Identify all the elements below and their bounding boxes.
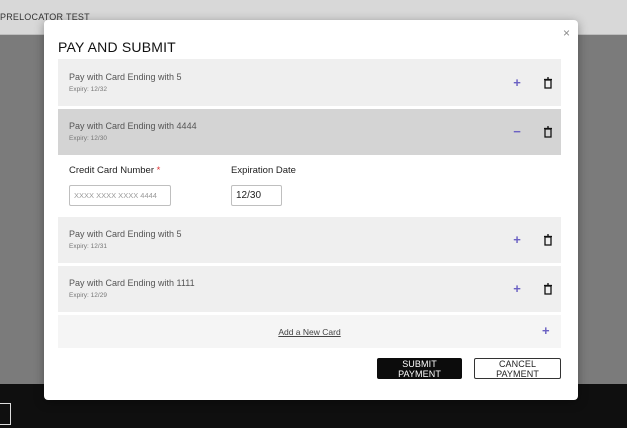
- card-number-input[interactable]: [69, 185, 171, 206]
- card-expiry: Expiry: 12/32: [69, 86, 107, 93]
- submit-payment-button[interactable]: SUBMIT PAYMENT: [377, 358, 462, 379]
- plus-icon[interactable]: +: [542, 323, 550, 338]
- card-title: Pay with Card Ending with 5: [69, 229, 182, 239]
- trash-icon[interactable]: [541, 282, 555, 296]
- card-title: Pay with Card Ending with 4444: [69, 121, 197, 131]
- trash-icon[interactable]: [541, 233, 555, 247]
- saved-card-item[interactable]: Pay with Card Ending with 5 Expiry: 12/3…: [58, 59, 561, 106]
- plus-icon[interactable]: +: [510, 281, 524, 296]
- card-expiry: Expiry: 12/31: [69, 243, 107, 250]
- expiration-date-input[interactable]: [231, 185, 282, 206]
- card-expiry: Expiry: 12/29: [69, 292, 107, 299]
- saved-card-item-expanded[interactable]: Pay with Card Ending with 4444 Expiry: 1…: [58, 109, 561, 155]
- plus-icon[interactable]: +: [510, 75, 524, 90]
- background-control[interactable]: [0, 403, 11, 425]
- pay-and-submit-modal: × PAY AND SUBMIT Pay with Card Ending wi…: [44, 20, 578, 400]
- card-expiry: Expiry: 12/30: [69, 135, 107, 142]
- required-mark: *: [156, 165, 161, 176]
- plus-icon[interactable]: +: [510, 232, 524, 247]
- add-new-card-link[interactable]: Add a New Card: [58, 327, 561, 337]
- cancel-payment-button[interactable]: CANCEL PAYMENT: [474, 358, 561, 379]
- minus-icon[interactable]: −: [510, 124, 524, 139]
- close-icon[interactable]: ×: [563, 26, 570, 40]
- saved-card-item[interactable]: Pay with Card Ending with 1111 Expiry: 1…: [58, 266, 561, 312]
- modal-title: PAY AND SUBMIT: [58, 39, 176, 55]
- card-title: Pay with Card Ending with 5: [69, 72, 182, 82]
- saved-card-item[interactable]: Pay with Card Ending with 5 Expiry: 12/3…: [58, 217, 561, 263]
- card-title: Pay with Card Ending with 1111: [69, 278, 195, 288]
- trash-icon[interactable]: [541, 76, 555, 90]
- card-number-label: Credit Card Number *: [69, 165, 161, 176]
- add-new-card-row[interactable]: Add a New Card +: [58, 315, 561, 348]
- trash-icon[interactable]: [541, 125, 555, 139]
- expiration-date-label: Expiration Date: [231, 165, 296, 176]
